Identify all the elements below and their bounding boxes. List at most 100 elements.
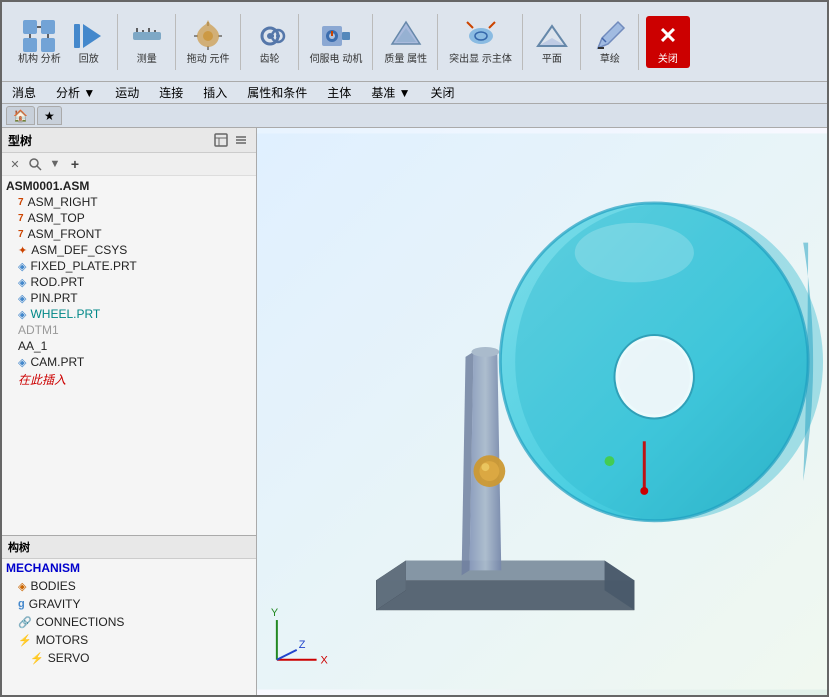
toolbar-group-mass: 质量 属性 [374, 14, 438, 70]
asm-def-csys-icon: ✦ [18, 244, 27, 257]
mech-analysis-button[interactable]: 机构 分析 [14, 16, 65, 68]
highlight-icon [463, 18, 499, 54]
tree-item-adtm1[interactable]: ADTM1 [2, 322, 256, 338]
toolbar-group-drag: 拖动 元件 [177, 14, 241, 70]
mech-item-connections[interactable]: 🔗 CONNECTIONS [2, 613, 256, 631]
measure-button[interactable]: 测量 [125, 16, 169, 68]
insert-here-label: 在此插入 [18, 371, 66, 388]
tree-item-asm-front[interactable]: 7 ASM_FRONT [2, 226, 256, 242]
menu-close[interactable]: 关闭 [421, 82, 465, 103]
gravity-icon: g [18, 598, 25, 610]
sidebar-title: 型树 [8, 132, 32, 149]
mech-tree-title: 构树 [2, 536, 256, 559]
drag-button[interactable]: 拖动 元件 [183, 16, 234, 68]
plane-label: 平面 [542, 54, 562, 66]
mass-label: 质量 属性 [384, 54, 427, 66]
toolbar-group-highlight: 突出显 示主体 [439, 14, 523, 70]
asm-def-csys-label: ASM_DEF_CSYS [31, 243, 127, 257]
sidebar-search-btn[interactable] [26, 155, 44, 173]
asm-top-label: ASM_TOP [28, 211, 85, 225]
motors-label: MOTORS [36, 633, 88, 647]
sidebar-close-btn[interactable]: ✕ [6, 155, 24, 173]
sidebar: 型树 [2, 128, 257, 695]
tree-item-asm-def-csys[interactable]: ✦ ASM_DEF_CSYS [2, 242, 256, 258]
toolbar-group-servo: 伺服电 动机 [300, 14, 374, 70]
scene-svg: X Y Z [257, 128, 827, 695]
sidebar-add-btn[interactable]: + [66, 155, 84, 173]
mech-item-gravity[interactable]: g GRAVITY [2, 595, 256, 613]
toolbar-group-analysis: 机构 分析 回放 [8, 14, 118, 70]
toolbar-group-measure: 测量 [119, 14, 176, 70]
svg-text:X: X [321, 655, 329, 667]
mech-item-mechanism[interactable]: MECHANISM [2, 559, 256, 577]
servo-label: 伺服电 动机 [310, 54, 363, 66]
svg-text:Y: Y [271, 607, 279, 619]
tree-item-asm0001[interactable]: ASM0001.ASM [2, 178, 256, 194]
menu-properties[interactable]: 属性和条件 [237, 82, 317, 103]
tab-home[interactable]: 🏠 [6, 106, 35, 125]
servo-button[interactable]: 伺服电 动机 [306, 16, 367, 68]
playback-label: 回放 [79, 54, 99, 66]
gear-button[interactable]: 齿轮 [248, 16, 292, 68]
mass-button[interactable]: 质量 属性 [380, 16, 431, 68]
highlight-button[interactable]: 突出显 示主体 [445, 16, 516, 68]
asm0001-label: ASM0001.ASM [6, 179, 89, 193]
tree-item-rod[interactable]: ◈ ROD.PRT [2, 274, 256, 290]
tree-item-insert-here[interactable]: 在此插入 [2, 370, 256, 389]
tree-item-wheel[interactable]: ◈ WHEEL.PRT [2, 306, 256, 322]
bodies-label: BODIES [30, 579, 75, 593]
mech-items-area: MECHANISM ◈ BODIES g GRAVITY 🔗 CONNECTIO… [2, 559, 256, 695]
mech-analysis-icon [21, 18, 57, 54]
tree-area: ASM0001.ASM 7 ASM_RIGHT 7 ASM_TOP 7 ASM_… [2, 176, 256, 535]
playback-icon [71, 18, 107, 54]
sidebar-settings-btn[interactable] [212, 131, 230, 149]
tab-star[interactable]: ★ [37, 106, 62, 125]
menu-datum[interactable]: 基准 ▼ [361, 82, 420, 103]
mech-item-motors[interactable]: ⚡ MOTORS [2, 631, 256, 649]
viewport[interactable]: X Y Z [257, 128, 827, 695]
menu-message[interactable]: 消息 [2, 82, 46, 103]
asm-right-label: ASM_RIGHT [28, 195, 98, 209]
rod-icon: ◈ [18, 276, 26, 289]
wheel-icon: ◈ [18, 308, 26, 321]
tree-item-cam[interactable]: ◈ CAM.PRT [2, 354, 256, 370]
tree-item-asm-top[interactable]: 7 ASM_TOP [2, 210, 256, 226]
toolbar-group-plane: 平面 [524, 14, 581, 70]
viewport-background: X Y Z [257, 128, 827, 695]
sketch-icon [592, 18, 628, 54]
tree-item-pin[interactable]: ◈ PIN.PRT [2, 290, 256, 306]
sidebar-filter-btn[interactable]: ▼ [46, 155, 64, 173]
tree-item-asm-right[interactable]: 7 ASM_RIGHT [2, 194, 256, 210]
menu-body[interactable]: 主体 [317, 82, 361, 103]
asm-right-icon: 7 [18, 197, 24, 208]
playback-button[interactable]: 回放 [67, 16, 111, 68]
adtm1-label: ADTM1 [18, 323, 59, 337]
menu-insert[interactable]: 插入 [193, 82, 237, 103]
sketch-button[interactable]: 草绘 [588, 16, 632, 68]
mass-icon [388, 18, 424, 54]
gear-icon [252, 18, 288, 54]
measure-icon [129, 18, 165, 54]
close-button[interactable]: ✕ 关闭 [646, 16, 690, 68]
menu-connect[interactable]: 连接 [149, 82, 193, 103]
servo-icon [318, 18, 354, 54]
menu-motion[interactable]: 运动 [105, 82, 149, 103]
plane-icon [534, 18, 570, 54]
measure-label: 测量 [137, 54, 157, 66]
menu-analysis[interactable]: 分析 ▼ [46, 82, 105, 103]
fixed-plate-label: FIXED_PLATE.PRT [30, 259, 136, 273]
mech-item-servo[interactable]: ⚡ SERVO [2, 649, 256, 667]
mech-item-bodies[interactable]: ◈ BODIES [2, 577, 256, 595]
toolbar-group-gear: 齿轮 [242, 14, 299, 70]
close-icon: ✕ [650, 18, 686, 54]
tree-item-aa1[interactable]: AA_1 [2, 338, 256, 354]
content-area: 型树 [2, 128, 827, 695]
asm-front-label: ASM_FRONT [28, 227, 102, 241]
bodies-icon: ◈ [18, 580, 26, 593]
tree-item-fixed-plate[interactable]: ◈ FIXED_PLATE.PRT [2, 258, 256, 274]
svg-text:Z: Z [299, 639, 306, 651]
drag-label: 拖动 元件 [187, 54, 230, 66]
sidebar-menu-btn[interactable] [232, 131, 250, 149]
plane-button[interactable]: 平面 [530, 16, 574, 68]
aa1-label: AA_1 [18, 339, 47, 353]
